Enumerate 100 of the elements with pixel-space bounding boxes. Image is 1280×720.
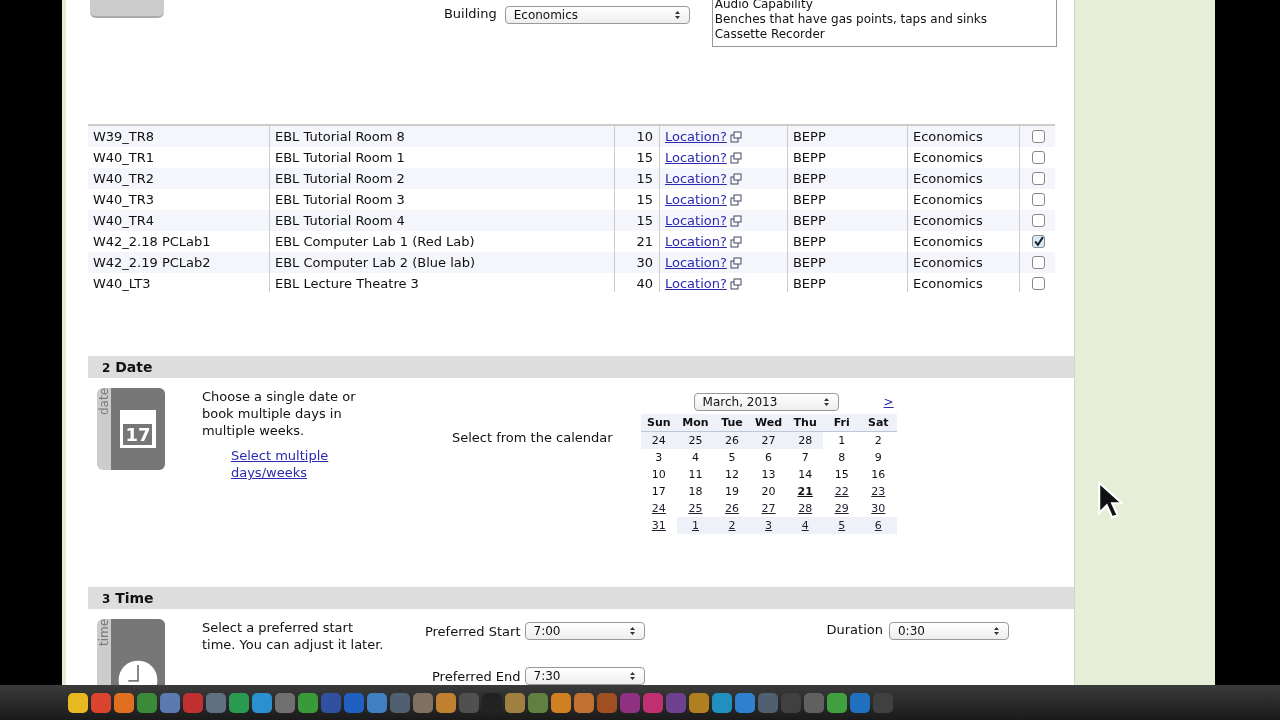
table-cell: W40_TR2 [87,168,270,189]
calendar-day[interactable]: 30 [860,500,897,517]
location-link[interactable]: Location? [664,231,727,252]
table-cell: BEPP [787,252,908,273]
location-link[interactable]: Location? [664,210,727,231]
popup-icon[interactable] [729,172,742,185]
location-link[interactable]: Location? [664,189,727,210]
popup-icon[interactable] [729,193,742,206]
table-cell: Economics [907,126,1020,147]
app-icon[interactable] [528,692,548,713]
app-icon[interactable] [827,692,847,713]
popup-icon[interactable] [729,151,742,164]
table-cell: W40_TR4 [87,210,270,231]
calendar-day: 4 [677,449,714,466]
calendar-day[interactable]: 25 [677,500,714,517]
calendar-day: 9 [860,449,897,466]
table-cell: 15 [614,210,660,231]
app-icon[interactable] [574,692,594,713]
calendar-day: 20 [750,483,787,500]
duration-label: Duration [826,622,883,637]
calendar-day: 19 [713,483,751,500]
select-arrows-icon [673,10,681,20]
app-icon[interactable] [436,692,456,713]
app-icon[interactable] [137,692,157,713]
popup-icon[interactable] [729,256,742,269]
popup-icon[interactable] [729,130,742,143]
calendar-day: 12 [713,466,751,483]
calendar-day[interactable]: 21 [786,483,824,500]
calendar-day[interactable]: 4 [786,517,824,534]
app-icon[interactable] [160,692,180,713]
table-cell: 30 [614,252,660,273]
calendar-day: 5 [713,449,751,466]
calendar-day[interactable]: 22 [823,483,860,500]
section-header: 2 Date [87,356,1075,378]
app-icon[interactable] [505,692,525,713]
location-link[interactable]: Location? [664,126,727,147]
app-icon[interactable] [229,692,249,713]
weekday-header: Sat [860,414,897,432]
calendar-day: 26 [713,432,751,449]
table-cell: BEPP [787,210,908,231]
weekday-header: Mon [677,414,714,432]
app-icon[interactable] [252,692,272,713]
calendar-day[interactable]: 26 [713,500,751,517]
calendar-day[interactable]: 1 [677,517,714,534]
month-select[interactable]: March, 2013 [693,393,839,411]
duration-select[interactable]: 0:30 [889,622,1009,640]
app-icon[interactable] [735,692,755,713]
end-time-select[interactable]: 7:30 [524,667,645,685]
calendar-day[interactable]: 5 [823,517,860,534]
select-arrows-icon [822,397,830,407]
room-checkbox[interactable] [1031,235,1045,248]
app-icon[interactable] [114,692,134,713]
app-icon[interactable] [68,692,88,713]
calendar-day[interactable]: 3 [750,517,787,534]
location-link[interactable]: Location? [664,252,727,273]
weekday-header: Fri [823,414,860,432]
table-cell: EBL Tutorial Room 4 [269,210,615,231]
popup-icon[interactable] [729,235,742,248]
calendar-icon: date 17 [96,388,165,470]
multiple-days-link[interactable]: Select multiple days/weeks [230,447,351,481]
app-icon[interactable] [689,692,709,713]
calendar-day: 8 [823,449,860,466]
weekday-header: Wed [750,414,787,432]
calendar-day[interactable]: 28 [786,500,824,517]
feature-option[interactable]: Cassette Recorder [714,27,1054,42]
calendar-day[interactable]: 31 [640,517,678,534]
room-checkbox[interactable] [1031,151,1045,164]
app-icon[interactable] [712,692,732,713]
room-checkbox[interactable] [1031,256,1045,269]
app-icon[interactable] [551,692,571,713]
building-select[interactable]: Economics [504,6,690,24]
room-checkbox[interactable] [1031,130,1045,143]
calendar-day[interactable]: 29 [823,500,860,517]
table-cell: W42_2.19 PCLab2 [87,252,270,273]
select-arrows-icon [628,626,636,636]
table-cell: EBL Tutorial Room 8 [269,126,615,147]
room-checkbox[interactable] [1031,214,1045,227]
calendar-day[interactable]: 27 [750,500,787,517]
calendar-day[interactable]: 23 [860,483,897,500]
table-cell: Economics [907,273,1020,292]
app-icon[interactable] [91,692,111,713]
room-checkbox[interactable] [1031,172,1045,185]
app-icon[interactable] [298,692,318,713]
location-link[interactable]: Location? [664,168,727,189]
app-icon[interactable] [367,692,387,713]
start-time-select[interactable]: 7:00 [524,622,645,640]
calendar-day[interactable]: 24 [640,500,678,517]
location-link[interactable]: Location? [664,147,727,168]
calendar-day[interactable]: 6 [860,517,897,534]
calendar-day[interactable]: 2 [713,517,751,534]
room-checkbox[interactable] [1031,277,1045,290]
weekday-header: Thu [786,414,824,432]
popup-icon[interactable] [729,214,742,227]
calendar-day: 13 [750,466,787,483]
calendar-day: 24 [640,432,678,449]
feature-option[interactable]: Benches that have gas points, taps and sinks [714,12,1054,27]
popup-icon[interactable] [729,277,742,290]
location-link[interactable]: Location? [664,273,727,292]
room-checkbox[interactable] [1031,193,1045,206]
next-month-link[interactable]: > [883,395,894,409]
